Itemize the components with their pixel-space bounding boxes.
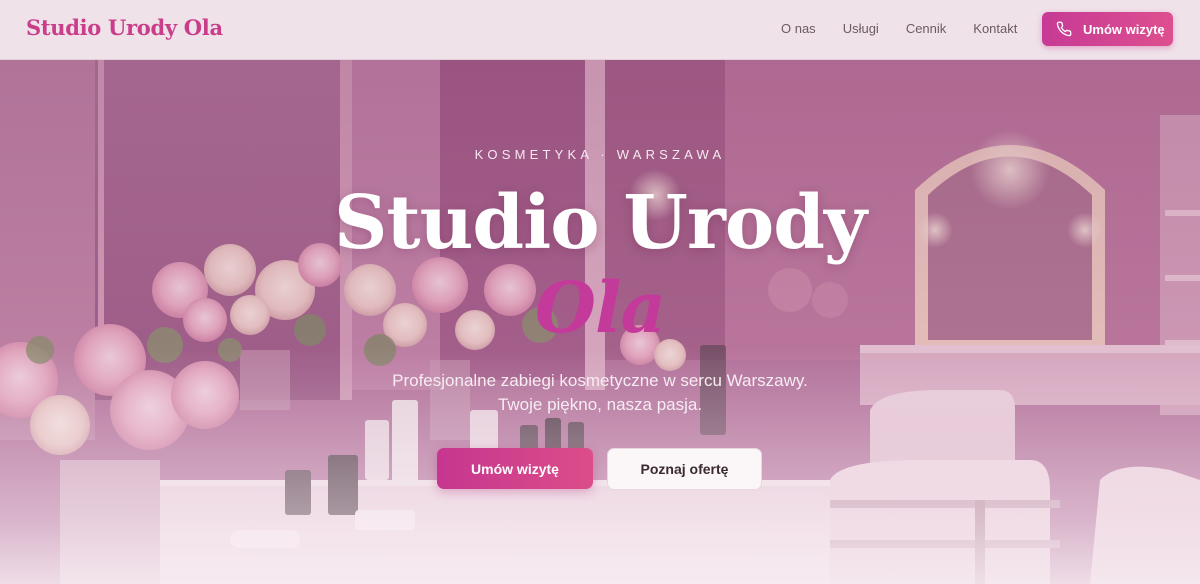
hero-subtitle-line-2: Twoje piękno, nasza pasja. <box>497 395 703 414</box>
nav-link-services[interactable]: Usługi <box>843 21 879 36</box>
see-offer-button[interactable]: Poznaj ofertę <box>607 448 762 490</box>
nav-link-about[interactable]: O nas <box>781 21 816 36</box>
nav-link-contact[interactable]: Kontakt <box>973 21 1017 36</box>
hero-title: Studio Urody <box>333 180 867 266</box>
site-header: Studio Urody Ola O nas Usługi Cennik Kon… <box>0 0 1200 60</box>
main-nav: O nas Usługi Cennik Kontakt <box>781 21 1017 36</box>
hero-title-accent: Ola <box>535 266 666 349</box>
book-appointment-header-label: Umów wizytę <box>1083 21 1165 37</box>
nav-link-pricing[interactable]: Cennik <box>906 21 946 36</box>
book-appointment-header-button[interactable]: Umów wizytę <box>1042 12 1173 46</box>
hero-subtitle: Profesjonalne zabiegi kosmetyczne w serc… <box>0 369 1200 417</box>
phone-icon <box>1056 21 1072 37</box>
logo[interactable]: Studio Urody Ola <box>26 15 223 40</box>
book-appointment-button[interactable]: Umów wizytę <box>437 448 593 489</box>
hero-subtitle-line-1: Profesjonalne zabiegi kosmetyczne w serc… <box>392 371 808 390</box>
hero-eyebrow: KOSMETYKA · WARSZAWA <box>474 147 726 162</box>
